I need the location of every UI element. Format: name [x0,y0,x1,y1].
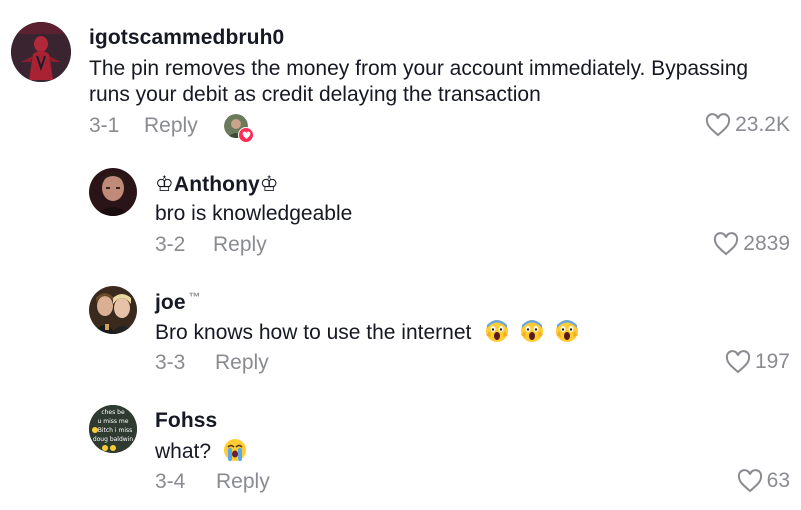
like-count: 2839 [743,232,790,255]
like-button[interactable]: 197 [725,350,790,374]
screaming-face-icon [555,320,578,342]
comment-text: bro is knowledgeable [155,202,353,225]
like-count: 23.2K [735,113,790,136]
comment-text-content: Bro knows how to use the internet [155,321,472,344]
like-button[interactable]: 2839 [713,232,790,256]
svg-text:u miss me: u miss me [98,418,129,425]
comment-username-text: joe [155,291,186,314]
reply-button[interactable]: Reply [216,470,270,494]
screaming-face-icon [521,320,544,342]
like-button[interactable]: 23.2K [705,113,790,137]
heart-outline-icon [737,469,763,493]
reply-button[interactable]: Reply [215,351,269,375]
like-count: 63 [766,469,790,492]
heart-outline-icon [705,113,731,137]
svg-text:doug baldwin: doug baldwin [93,436,134,443]
comment-username[interactable]: ♔Anthony♔ [155,172,279,197]
comment-text-line-2: runs your debit as credit delaying the t… [89,83,541,106]
comment-date: 3-2 [155,233,186,256]
comment-date: 3-1 [89,114,120,137]
comment-text-line-1: The pin removes the money from your acco… [89,57,749,80]
avatar[interactable] [11,22,71,82]
comment-username[interactable]: Fohss [155,409,217,433]
comment-text-content: what? [155,440,212,463]
like-count: 197 [754,350,790,373]
comment-username[interactable]: igotscammedbruh0 [89,26,284,50]
crying-face-icon [223,439,246,461]
reply-button[interactable]: Reply [213,233,267,257]
avatar[interactable] [89,286,137,334]
heart-icon [238,127,254,143]
comment-text: what? [155,438,247,465]
heart-outline-icon [713,232,739,256]
creator-liked-avatar [224,114,254,143]
comment-date: 3-3 [155,351,186,374]
reply-button[interactable]: Reply [144,114,198,138]
svg-text:Bitch i miss: Bitch i miss [98,427,132,434]
screaming-face-icon [486,320,509,342]
trademark-suffix: ™ [188,290,201,304]
avatar[interactable]: ches be u miss me Bitch i miss doug bald… [89,405,137,453]
heart-outline-icon [725,350,751,374]
avatar[interactable] [89,168,137,216]
like-button[interactable]: 63 [737,469,790,493]
svg-text:ches be: ches be [101,409,125,416]
comment-text: Bro knows how to use the internet [155,319,579,346]
comment-date: 3-4 [155,470,186,493]
comment-username[interactable]: joe ™ [155,290,201,315]
comment-thread: igotscammedbruh0 The pin removes the mon… [0,0,801,510]
